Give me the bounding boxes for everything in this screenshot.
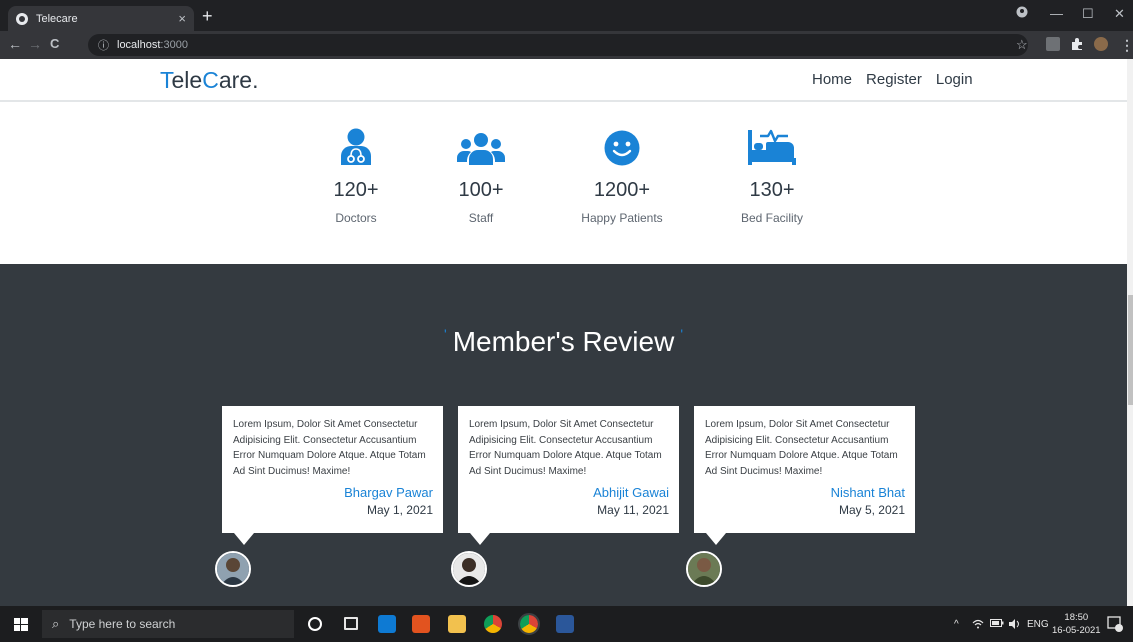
maximize-button[interactable]: ☐ [1082, 6, 1094, 22]
clock-time: 18:50 [1064, 612, 1089, 623]
tab-title: Telecare [36, 12, 78, 25]
stat-label: Staff [468, 211, 494, 225]
url-host: localhost [117, 39, 161, 51]
stat-value: 130+ [749, 179, 795, 201]
nav-login-link[interactable]: Login [936, 71, 973, 88]
logo-part-2: are. [218, 67, 259, 93]
forward-button[interactable]: → [28, 36, 42, 52]
back-button[interactable]: ← [8, 36, 22, 52]
stat-label: Doctors [335, 211, 377, 225]
windows-start-icon[interactable] [14, 618, 28, 631]
review-card: Lorem Ipsum, Dolor Sit Amet Consectetur … [458, 406, 679, 545]
browser-tab[interactable]: Telecare × [8, 6, 194, 31]
browser-toolbar: ← → C ⓘ localhost :3000 ☆ ⋮ [0, 31, 1133, 59]
reviews-title-text: Member's Review [452, 326, 675, 357]
stat-label: Bed Facility [740, 211, 804, 225]
reviewer-avatar [686, 551, 722, 587]
nav-register-link[interactable]: Register [866, 71, 922, 88]
volume-icon[interactable] [1008, 619, 1022, 632]
reviewer-avatar [451, 551, 487, 587]
review-card: Lorem Ipsum, Dolor Sit Amet Consectetur … [694, 406, 915, 545]
review-date: May 11, 2021 [597, 503, 669, 517]
staff-icon [411, 128, 551, 166]
reviewer-name: Bhargav Pawar [344, 485, 433, 500]
logo-letter-c: C [202, 67, 219, 93]
reviewer-avatar [215, 551, 251, 587]
doctor-icon [286, 128, 426, 166]
extension-icon[interactable] [1046, 37, 1060, 51]
nav-home-link[interactable]: Home [812, 71, 852, 88]
browser-tab-bar: Telecare × + — ☐ ✕ [0, 0, 1133, 31]
browser-menu-icon[interactable]: ⋮ [1120, 37, 1133, 54]
minimize-button[interactable]: — [1050, 6, 1063, 21]
title-tick-right: ' [680, 326, 683, 342]
file-explorer-icon[interactable] [448, 615, 466, 633]
review-card: Lorem Ipsum, Dolor Sit Amet Consectetur … [222, 406, 443, 545]
chrome-profile-icon[interactable] [518, 613, 540, 635]
cortana-icon[interactable] [308, 617, 322, 631]
office-icon[interactable] [412, 615, 430, 633]
taskbar-search-placeholder: Type here to search [69, 617, 176, 631]
windows-taskbar: ⌕ Type here to search ^ ENG 18:50 16-05-… [0, 606, 1133, 642]
site-logo[interactable]: TeleCare. [160, 67, 258, 94]
reviews-section: ' Member's Review ' Lorem Ipsum, Dolor Sit… [0, 264, 1127, 606]
search-icon: ⌕ [52, 616, 60, 631]
smile-icon [552, 128, 692, 166]
tab-close-button[interactable]: × [178, 11, 186, 26]
battery-icon[interactable] [990, 619, 1004, 630]
reviewer-name: Nishant Bhat [830, 485, 905, 500]
task-view-icon[interactable] [344, 617, 358, 630]
clock-date: 16-05-2021 [1052, 625, 1101, 636]
review-text: Lorem Ipsum, Dolor Sit Amet Consectetur … [705, 419, 898, 477]
stat-value: 1200+ [593, 179, 651, 201]
notification-center-icon[interactable] [1107, 616, 1123, 632]
new-tab-button[interactable]: + [202, 6, 213, 27]
reviews-title: ' Member's Review ' [0, 326, 1127, 358]
stat-happy-patients: 1200+ Happy Patients [552, 128, 692, 225]
review-date: May 1, 2021 [366, 503, 433, 517]
profile-icon[interactable] [1016, 6, 1028, 21]
tray-chevron-icon[interactable]: ^ [954, 619, 959, 630]
stat-bed-facility: 130+ Bed Facility [702, 128, 842, 225]
review-text: Lorem Ipsum, Dolor Sit Amet Consectetur … [469, 419, 662, 477]
site-header: TeleCare. Home Register Login [0, 59, 1133, 102]
reviewer-name: Abhijit Gawai [593, 485, 669, 500]
stat-value: 120+ [333, 179, 379, 201]
system-clock[interactable]: 18:50 16-05-2021 [1052, 611, 1101, 637]
bed-icon [702, 128, 842, 166]
site-favicon-icon [16, 12, 28, 25]
stats-section: 120+ Doctors 100+ Staff 1200+ Happy Pati… [0, 102, 1133, 264]
logo-letter-t: T [160, 67, 172, 93]
site-info-icon[interactable]: ⓘ [98, 37, 109, 53]
language-indicator[interactable]: ENG [1027, 619, 1049, 630]
review-date: May 5, 2021 [838, 503, 905, 517]
stat-value: 100+ [458, 179, 504, 201]
stat-staff: 100+ Staff [411, 128, 551, 225]
review-text: Lorem Ipsum, Dolor Sit Amet Consectetur … [233, 419, 426, 477]
wifi-icon[interactable] [972, 619, 984, 632]
bookmark-star-icon[interactable]: ☆ [1016, 37, 1028, 53]
stat-label: Happy Patients [581, 211, 663, 225]
word-icon[interactable] [556, 615, 574, 633]
address-bar[interactable]: ⓘ localhost :3000 [88, 34, 1028, 56]
url-port: :3000 [160, 39, 188, 51]
title-tick-left: ' [444, 326, 447, 342]
vscode-icon[interactable] [378, 615, 396, 633]
reload-button[interactable]: C [50, 36, 59, 51]
chrome-icon[interactable] [484, 615, 502, 633]
taskbar-search-box[interactable]: ⌕ Type here to search [42, 610, 294, 638]
profile-avatar-icon[interactable] [1094, 37, 1108, 51]
page-scrollbar-thumb[interactable] [1128, 295, 1133, 405]
close-window-button[interactable]: ✕ [1114, 6, 1125, 22]
main-nav: Home Register Login [812, 71, 973, 88]
extensions-puzzle-icon[interactable] [1070, 37, 1084, 51]
stat-doctors: 120+ Doctors [286, 128, 426, 225]
logo-part-1: ele [171, 67, 203, 93]
